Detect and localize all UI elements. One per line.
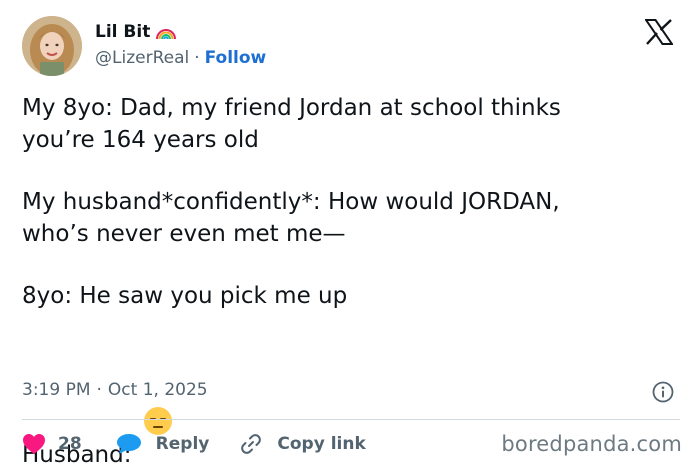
tweet-time: 3:19 PM — [22, 380, 91, 400]
author-display-name[interactable]: Lil Bit — [95, 22, 150, 42]
author-handle[interactable]: @LizerReal — [95, 48, 189, 68]
watermark: boredpanda.com — [501, 432, 682, 456]
reply-label: Reply — [155, 434, 210, 454]
tweet-date: Oct 1, 2025 — [107, 380, 208, 400]
timestamp-separator: · — [96, 380, 102, 400]
copy-link-label: Copy link — [277, 434, 366, 454]
copy-link-button[interactable]: Copy link — [239, 432, 366, 456]
link-icon — [239, 432, 263, 456]
tweet-timestamp[interactable]: 3:19 PM · Oct 1, 2025 — [22, 380, 208, 400]
tweet-paragraph: 8yo: He saw you pick me up — [22, 283, 348, 309]
rainbow-icon — [155, 25, 177, 40]
x-logo-icon[interactable] — [644, 19, 674, 45]
reply-button[interactable]: Reply — [116, 433, 210, 455]
tweet-paragraph: My husband*confidently*: How would JORDA… — [22, 189, 560, 247]
tweet-actions: 28 Reply Copy link — [22, 432, 366, 456]
like-count: 28 — [58, 434, 82, 454]
handle-separator: · — [194, 48, 200, 68]
tweet-paragraph: My 8yo: Dad, my friend Jordan at school … — [22, 95, 561, 153]
info-icon[interactable] — [652, 381, 674, 403]
author-handle-row: @LizerReal · Follow — [95, 48, 266, 68]
avatar[interactable] — [22, 16, 82, 76]
author-name-row: Lil Bit — [95, 22, 177, 42]
like-button[interactable]: 28 — [22, 433, 82, 455]
reply-bubble-icon — [116, 433, 142, 455]
expressionless-face-icon — [143, 342, 173, 435]
heart-icon — [22, 433, 46, 455]
tweet-text: My 8yo: Dad, my friend Jordan at school … — [22, 92, 682, 471]
divider — [22, 419, 680, 420]
avatar-image — [22, 16, 82, 76]
follow-button[interactable]: Follow — [205, 48, 267, 68]
